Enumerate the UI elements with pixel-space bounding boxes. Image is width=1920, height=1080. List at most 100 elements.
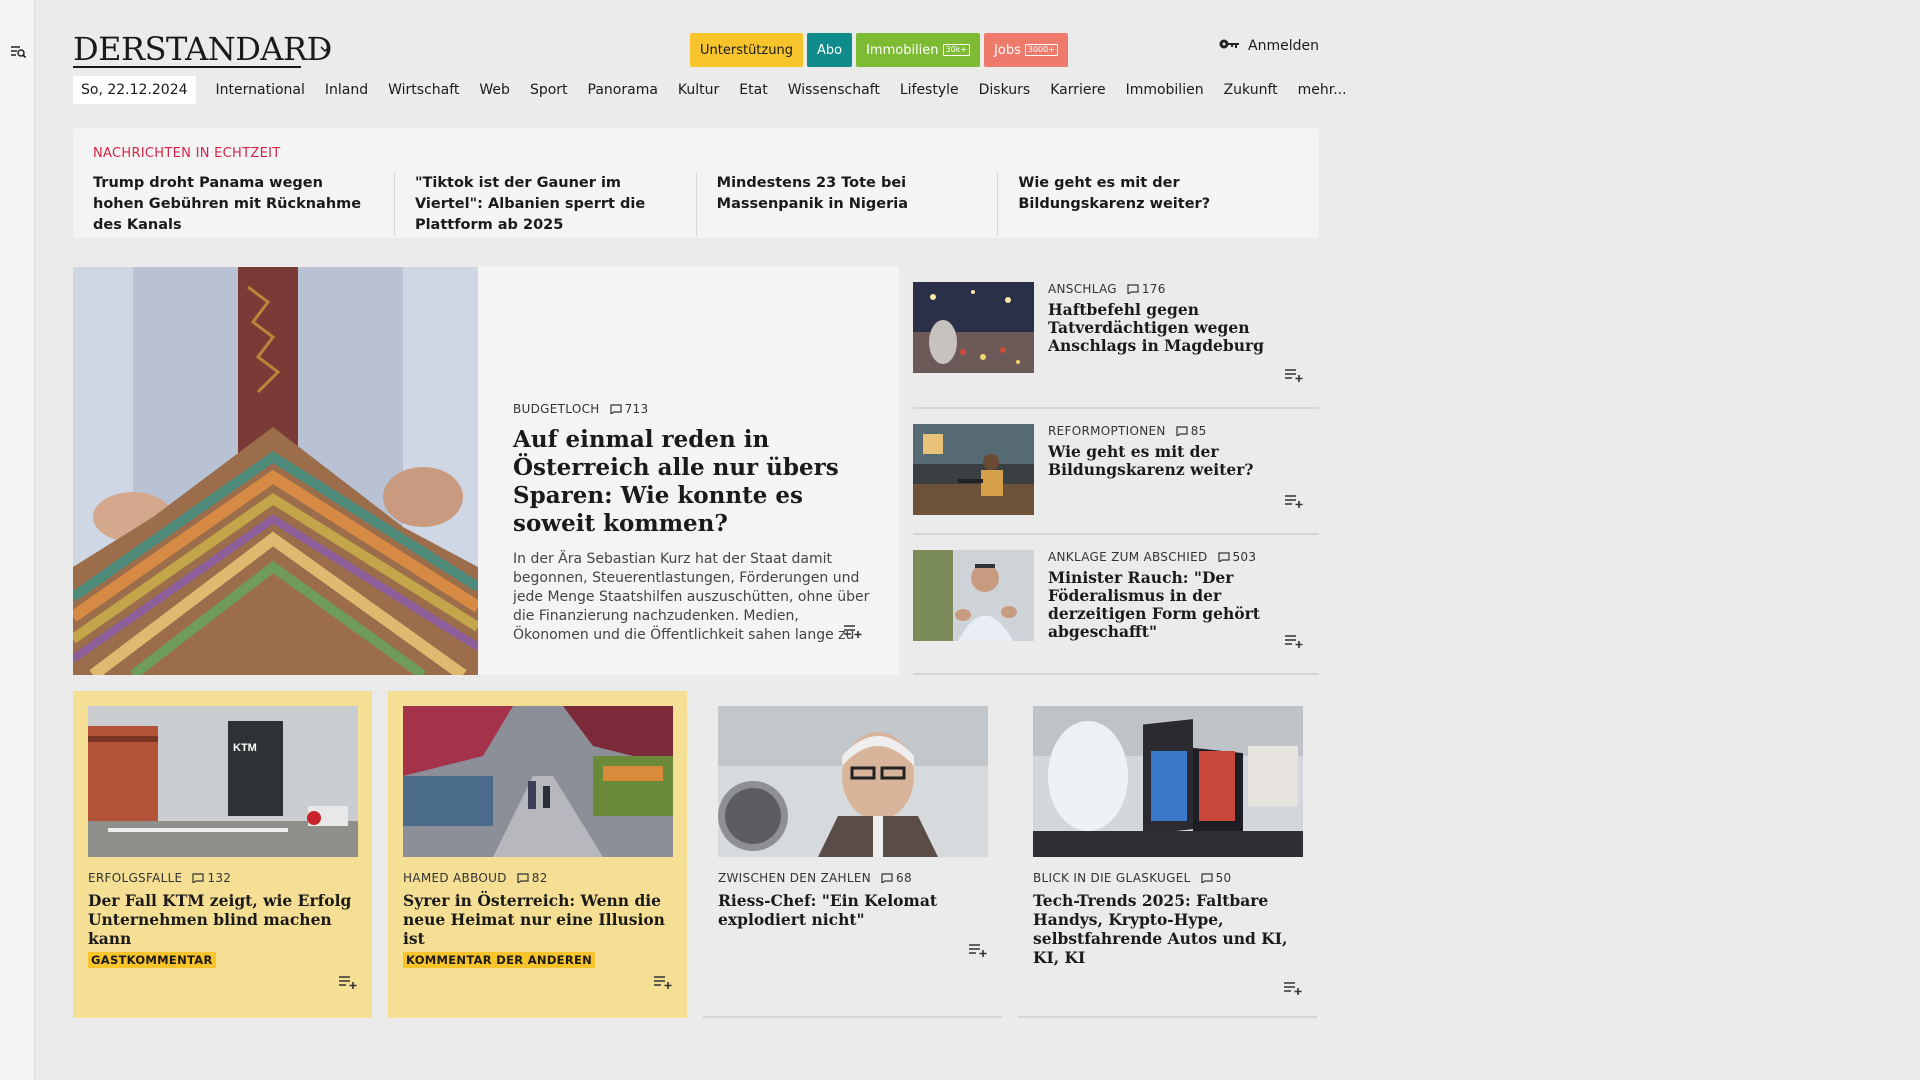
nav-item-karriere[interactable]: Karriere [1050, 82, 1105, 98]
story-card[interactable]: HAMED ABBOUD 82 Syrer in Österreich: Wen… [388, 691, 687, 1018]
side-comment-count: 176 [1141, 282, 1166, 296]
story-card-image [718, 706, 988, 857]
story-card-text: ERFOLGSFALLE 132 Der Fall KTM zeigt, wie… [88, 871, 360, 968]
ticker-item[interactable]: Trump droht Panama wegen hohen Gebühren … [93, 173, 394, 236]
add-to-list-icon[interactable] [1283, 366, 1305, 384]
card-comments[interactable]: 68 [881, 871, 912, 885]
comment-icon [1127, 284, 1139, 294]
side-comments[interactable]: 176 [1127, 282, 1166, 296]
key-icon [1218, 38, 1240, 54]
card-headline[interactable]: Syrer in Österreich: Wenn die neue Heima… [403, 891, 675, 948]
chevron-down-icon[interactable] [315, 39, 335, 59]
side-comment-count: 85 [1190, 424, 1207, 438]
lead-story[interactable]: BUDGETLOCH 713 Auf einmal reden in Öster… [73, 267, 899, 675]
card-comments[interactable]: 50 [1201, 871, 1232, 885]
jobs-label: Jobs [994, 42, 1021, 58]
card-headline[interactable]: Tech-Trends 2025: Faltbare Handys, Krypt… [1033, 891, 1305, 967]
side-headline[interactable]: Minister Rauch: "Der Föderalismus in der… [1048, 569, 1308, 641]
lead-story-text: BUDGETLOCH 713 Auf einmal reden in Öster… [513, 402, 873, 645]
left-rail [0, 0, 35, 1080]
nav-item-web[interactable]: Web [479, 82, 510, 98]
opinion-tag: KOMMENTAR DER ANDEREN [403, 952, 596, 968]
card-headline[interactable]: Der Fall KTM zeigt, wie Erfolg Unternehm… [88, 891, 360, 948]
nav-item-panorama[interactable]: Panorama [588, 82, 658, 98]
nav-item-wissenschaft[interactable]: Wissenschaft [788, 82, 880, 98]
add-to-list-icon[interactable] [1282, 979, 1304, 997]
card-kicker: ZWISCHEN DEN ZAHLEN 68 [718, 871, 990, 885]
nav-item-immobilien[interactable]: Immobilien [1126, 82, 1204, 98]
lead-story-image [73, 267, 478, 675]
nav-item-inland[interactable]: Inland [325, 82, 368, 98]
side-kicker: REFORMOPTIONEN 85 [1048, 424, 1308, 438]
logo-underline [73, 66, 301, 68]
nav-item-sport[interactable]: Sport [530, 82, 568, 98]
card-comment-count: 68 [896, 871, 912, 885]
story-card[interactable]: KTM ERFOLGSFALLE 132 Der Fall KTM zeigt,… [73, 691, 372, 1018]
side-story-image [913, 550, 1034, 641]
story-card[interactable]: ZWISCHEN DEN ZAHLEN 68 Riess-Chef: "Ein … [703, 691, 1002, 1018]
ticker-list: Trump droht Panama wegen hohen Gebühren … [93, 173, 1299, 236]
card-comments[interactable]: 132 [192, 871, 231, 885]
lead-comments[interactable]: 713 [609, 402, 649, 416]
side-story-text: ANKLAGE ZUM ABSCHIED 503 Minister Rauch:… [1048, 550, 1308, 641]
nav-item-diskurs[interactable]: Diskurs [979, 82, 1031, 98]
comment-icon [1217, 552, 1230, 562]
immobilien-button[interactable]: Immobilien 30k+ [856, 33, 981, 67]
side-story-image [913, 424, 1034, 515]
card-headline[interactable]: Riess-Chef: "Ein Kelomat explodiert nich… [718, 891, 990, 929]
login-label: Anmelden [1248, 38, 1319, 54]
nav-item-wirtschaft[interactable]: Wirtschaft [388, 82, 459, 98]
lead-headline[interactable]: Auf einmal reden in Österreich alle nur … [513, 426, 873, 538]
side-story-text: REFORMOPTIONEN 85 Wie geht es mit der Bi… [1048, 424, 1308, 479]
nav-item-international[interactable]: International [216, 82, 305, 98]
ticker-item[interactable]: Mindestens 23 Tote bei Massenpanik in Ni… [695, 173, 998, 236]
site-logo[interactable]: DERSTANDARD [73, 30, 332, 68]
lead-kicker: BUDGETLOCH 713 [513, 402, 873, 416]
add-to-list-icon[interactable] [967, 941, 989, 959]
nav-item-more[interactable]: mehr... [1298, 82, 1347, 98]
comment-icon [1176, 426, 1188, 436]
card-kicker-label: ERFOLGSFALLE [88, 871, 183, 885]
card-comment-count: 50 [1215, 871, 1232, 885]
lead-comment-count: 713 [624, 402, 649, 416]
story-card[interactable]: BLICK IN DIE GLASKUGEL 50 Tech-Trends 20… [1018, 691, 1317, 1018]
comment-icon [881, 873, 893, 883]
nav-item-lifestyle[interactable]: Lifestyle [900, 82, 959, 98]
abo-button[interactable]: Abo [806, 33, 853, 67]
side-story-image [913, 282, 1034, 373]
side-story-text: ANSCHLAG 176 Haftbefehl gegen Tatverdäch… [1048, 282, 1308, 355]
story-card-image [403, 706, 673, 857]
ticker-item[interactable]: "Tiktok ist der Gauner im Viertel": Alba… [393, 173, 696, 236]
login-button[interactable]: Anmelden [1218, 38, 1319, 54]
nav-item-kultur[interactable]: Kultur [678, 82, 719, 98]
nav-item-etat[interactable]: Etat [739, 82, 767, 98]
card-comments[interactable]: 82 [517, 871, 548, 885]
search-menu-icon[interactable] [8, 42, 28, 62]
abo-label: Abo [816, 42, 843, 58]
comment-icon [1201, 873, 1213, 883]
side-story[interactable]: ANKLAGE ZUM ABSCHIED 503 Minister Rauch:… [913, 535, 1319, 675]
add-to-list-icon[interactable] [842, 622, 864, 640]
side-story[interactable]: ANSCHLAG 176 Haftbefehl gegen Tatverdäch… [913, 267, 1319, 409]
side-headline[interactable]: Haftbefehl gegen Tatverdächtigen wegen A… [1048, 301, 1308, 355]
ticker-item[interactable]: Wie geht es mit der Bildungskarenz weite… [997, 173, 1299, 236]
add-to-list-icon[interactable] [337, 973, 359, 991]
side-kicker-label: REFORMOPTIONEN [1048, 424, 1166, 438]
comment-icon [609, 404, 622, 414]
add-to-list-icon[interactable] [1283, 632, 1305, 650]
nav-item-zukunft[interactable]: Zukunft [1224, 82, 1278, 98]
comment-icon [192, 873, 205, 883]
card-kicker-label: HAMED ABBOUD [403, 871, 507, 885]
side-headline[interactable]: Wie geht es mit der Bildungskarenz weite… [1048, 443, 1308, 479]
side-comments[interactable]: 503 [1217, 550, 1257, 564]
ktm-sign: KTM [233, 742, 257, 754]
story-card-text: HAMED ABBOUD 82 Syrer in Österreich: Wen… [403, 871, 675, 968]
support-button[interactable]: Unterstützung [690, 33, 803, 67]
card-kicker-label: ZWISCHEN DEN ZAHLEN [718, 871, 872, 885]
jobs-button[interactable]: Jobs 3000+ [984, 33, 1068, 67]
add-to-list-icon[interactable] [1283, 492, 1305, 510]
add-to-list-icon[interactable] [652, 973, 674, 991]
card-comment-count: 82 [531, 871, 548, 885]
side-story[interactable]: REFORMOPTIONEN 85 Wie geht es mit der Bi… [913, 409, 1319, 535]
side-comments[interactable]: 85 [1176, 424, 1207, 438]
